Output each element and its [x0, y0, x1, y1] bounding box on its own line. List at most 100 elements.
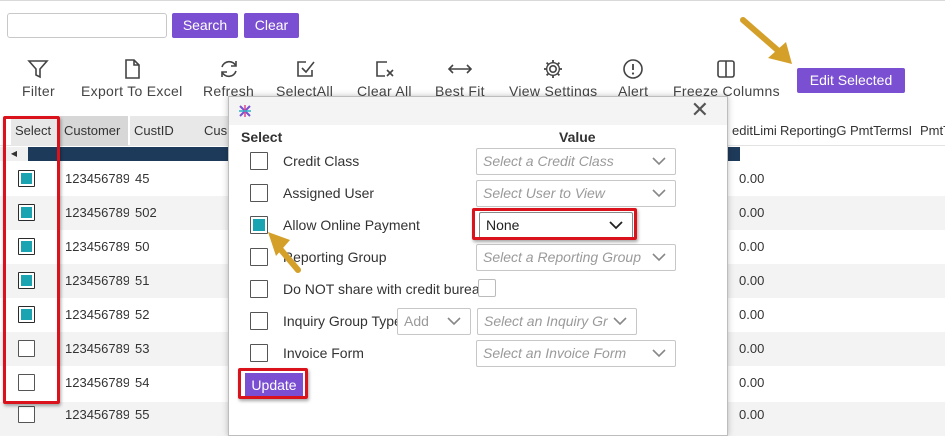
col-header-customer[interactable]: Customer [60, 116, 128, 146]
annotation-arrow-icon [268, 232, 301, 273]
toolbar-clear-all[interactable]: Clear All [357, 58, 412, 99]
annotation-arrow-icon [740, 17, 792, 64]
inquiry-group-action-value: Add [404, 313, 429, 329]
field-checkbox-inquiry-group-type[interactable] [250, 312, 268, 330]
field-label-assigned-user: Assigned User [283, 185, 375, 201]
toolbar-export-excel[interactable]: Export To Excel [81, 58, 183, 99]
field-label-inquiry-group-type: Inquiry Group Type [283, 313, 402, 329]
inquiry-group-action-select[interactable]: Add [397, 308, 471, 335]
search-button[interactable]: Search [172, 13, 238, 38]
edit-selected-button[interactable]: Edit Selected [797, 68, 905, 93]
toolbar-refresh[interactable]: Refresh [203, 58, 254, 99]
cell-customer: 123456789 [65, 239, 129, 254]
reporting-group-select[interactable]: Select a Reporting Group [476, 244, 676, 271]
clear-button[interactable]: Clear [244, 13, 299, 38]
cell-customer: 123456789 [65, 273, 129, 288]
gear-icon [544, 60, 563, 78]
col-header-pmtterms[interactable]: PmtTermsI [846, 116, 916, 146]
field-checkbox-credit-class[interactable] [250, 152, 268, 170]
col-header-pmtt[interactable]: PmtT [916, 116, 945, 146]
online-payment-select-highlight [472, 208, 637, 240]
field-checkbox-do-not-share[interactable] [250, 280, 268, 298]
update-button-highlight [238, 368, 308, 399]
cell-credit-limit: 0.00 [739, 239, 765, 254]
cell-credit-limit: 0.00 [739, 171, 765, 186]
field-label-credit-class: Credit Class [283, 153, 360, 169]
chevron-down-icon [447, 317, 461, 326]
cell-credit-limit: 0.00 [739, 307, 765, 322]
refresh-icon [220, 60, 237, 78]
chevron-down-icon [652, 349, 666, 358]
invoice-form-select[interactable]: Select an Invoice Form [476, 340, 676, 367]
select-column-highlight [3, 116, 60, 404]
field-checkbox-assigned-user[interactable] [250, 184, 268, 202]
field-row-credit-class: Credit Class Select a Credit Class [229, 146, 727, 176]
reporting-group-select-value: Select a Reporting Group [483, 249, 641, 265]
field-row-assigned-user: Assigned User Select User to View [229, 178, 727, 208]
inquiry-group-select-value: Select an Inquiry Gr [484, 313, 608, 329]
cell-custid: 45 [135, 171, 150, 186]
assigned-user-select[interactable]: Select User to View [476, 180, 676, 207]
credit-class-select[interactable]: Select a Credit Class [476, 148, 676, 175]
toolbar-best-fit[interactable]: Best Fit [435, 58, 485, 99]
clear-all-icon [376, 61, 394, 77]
cell-customer: 123456789 [65, 205, 129, 220]
search-input[interactable] [7, 13, 167, 38]
row-checkbox[interactable] [18, 406, 35, 423]
invoice-form-select-value: Select an Invoice Form [483, 345, 627, 361]
chevron-down-icon [652, 157, 666, 166]
freeze-columns-icon [717, 60, 736, 78]
cell-customer: 123456789 [65, 375, 129, 390]
col-header-reportinggroup[interactable]: ReportingG [776, 116, 846, 146]
best-fit-icon [447, 64, 473, 74]
cell-credit-limit: 0.00 [739, 407, 765, 422]
field-row-do-not-share: Do NOT share with credit bureau [229, 274, 727, 304]
cell-customer: 123456789 [65, 307, 129, 322]
inquiry-group-select[interactable]: Select an Inquiry Gr [477, 308, 637, 335]
toolbar-alert[interactable]: Alert [618, 58, 648, 99]
assigned-user-select-value: Select User to View [483, 185, 605, 201]
file-icon [124, 59, 140, 79]
cell-custid: 52 [135, 307, 150, 322]
do-not-share-value-checkbox[interactable] [478, 279, 496, 297]
app-logo-icon [239, 105, 251, 117]
toolbar-filter[interactable]: Filter [22, 58, 55, 99]
toolbar-filter-label: Filter [22, 83, 55, 99]
col-header-cus[interactable]: Cus [200, 116, 228, 146]
cell-customer: 123456789 [65, 407, 129, 422]
alert-icon [623, 59, 643, 79]
cell-credit-limit: 0.00 [739, 375, 765, 390]
field-label-do-not-share: Do NOT share with credit bureau [283, 281, 488, 297]
cell-custid: 502 [135, 205, 157, 220]
top-divider [0, 0, 945, 1]
field-row-invoice-form: Invoice Form Select an Invoice Form [229, 338, 727, 368]
chevron-down-icon [652, 253, 666, 262]
field-checkbox-invoice-form[interactable] [250, 344, 268, 362]
toolbar-select-all[interactable]: SelectAll [276, 58, 333, 99]
toolbar-export-label: Export To Excel [81, 83, 183, 99]
dialog-col-select: Select [241, 129, 283, 145]
select-all-icon [296, 61, 315, 77]
filter-icon [27, 60, 50, 79]
cell-customer: 123456789 [65, 341, 129, 356]
col-header-creditlimit[interactable]: editLimi [728, 116, 778, 146]
cell-custid: 55 [135, 407, 150, 422]
cell-custid: 51 [135, 273, 150, 288]
cell-credit-limit: 0.00 [739, 205, 765, 220]
cell-custid: 53 [135, 341, 150, 356]
field-label-invoice-form: Invoice Form [283, 345, 364, 361]
col-header-custid[interactable]: CustID [130, 116, 200, 146]
dialog-titlebar: ✕ [229, 97, 727, 125]
cell-custid: 50 [135, 239, 150, 254]
chevron-down-icon [652, 189, 666, 198]
cell-credit-limit: 0.00 [739, 273, 765, 288]
cell-credit-limit: 0.00 [739, 341, 765, 356]
dialog-col-value: Value [559, 129, 596, 145]
field-row-inquiry-group-type: Inquiry Group Type Add Select an Inquiry… [229, 306, 727, 336]
cell-custid: 54 [135, 375, 150, 390]
toolbar-view-settings[interactable]: View Settings [509, 58, 597, 99]
credit-class-select-value: Select a Credit Class [483, 153, 614, 169]
cell-customer: 123456789 [65, 171, 129, 186]
chevron-down-icon [613, 317, 627, 326]
close-icon[interactable]: ✕ [691, 99, 709, 121]
